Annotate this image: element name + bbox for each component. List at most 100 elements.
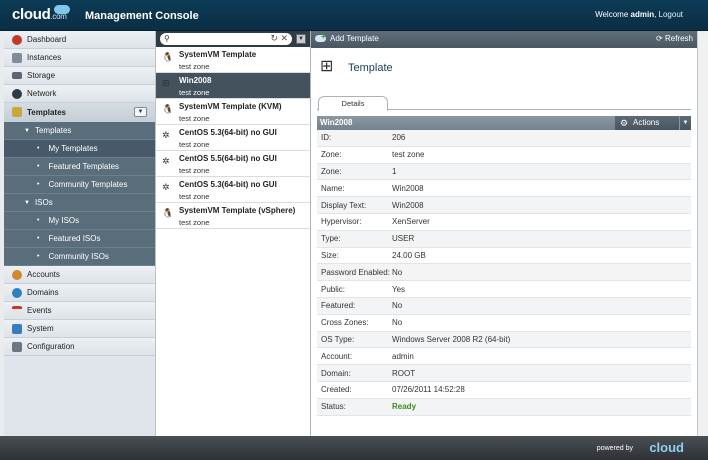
bullet-icon: • xyxy=(37,253,40,260)
sidebar-sub-featured-isos[interactable]: • Featured ISOs xyxy=(4,230,155,248)
sidebar-item-accounts[interactable]: Accounts xyxy=(4,266,155,284)
detail-row: Zone: test zone xyxy=(317,147,691,164)
detail-row: Status: Ready xyxy=(317,398,691,416)
centos-icon: ✲ xyxy=(162,130,170,140)
template-list-item[interactable]: ✲ CentOS 5.3(64-bit) no GUI test zone xyxy=(156,177,310,203)
sidebar-item-network[interactable]: Network xyxy=(4,85,155,103)
expand-triangle-icon: ▼ xyxy=(24,199,30,206)
templates-submenu: ▼ Templates • My Templates • Featured Te… xyxy=(4,122,155,266)
bullet-icon: • xyxy=(37,145,40,152)
console-title: Management Console xyxy=(85,10,199,22)
sidebar-sub-my-isos[interactable]: • My ISOs xyxy=(4,212,155,230)
detail-row: Password Enabled: No xyxy=(317,264,691,282)
linux-icon: 🐧 xyxy=(162,208,174,218)
detail-row: Type: USER xyxy=(317,230,691,248)
sidebar-sub-community-isos[interactable]: • Community ISOs xyxy=(4,248,155,266)
powered-by-label: powered by xyxy=(596,445,633,452)
add-cloud-icon xyxy=(315,32,326,42)
app-header: cloud.com Management Console Welcome adm… xyxy=(0,0,708,31)
footer-logo: cloud xyxy=(649,440,684,455)
sidebar-item-instances[interactable]: Instances xyxy=(4,49,155,67)
search-input[interactable]: ⚲ ↻ ✕ xyxy=(160,33,293,45)
template-list-item[interactable]: 🐧 SystemVM Template (vSphere) test zone xyxy=(156,203,310,229)
detail-row: Account: admin xyxy=(317,348,691,366)
template-list-item[interactable]: 🐧 SystemVM Template test zone xyxy=(156,47,310,73)
clear-search-icon[interactable]: ✕ xyxy=(281,33,289,44)
detail-table: Win2008 ⚙ Actions ▼ ID: 206 Zone: test zon… xyxy=(317,116,691,416)
add-template-button[interactable]: Add Template xyxy=(315,32,379,43)
bullet-icon: • xyxy=(37,217,40,224)
detail-row: Hypervisor: XenServer xyxy=(317,214,691,231)
templates-icon xyxy=(12,107,22,117)
detail-row: Name: Win2008 xyxy=(317,180,691,198)
network-icon xyxy=(12,88,22,99)
bullet-icon: • xyxy=(37,163,40,170)
detail-toolbar: Add Template ⟳ Refresh xyxy=(311,31,697,48)
detail-row: Domain: ROOT xyxy=(317,365,691,382)
detail-row: Cross Zones: No xyxy=(317,315,691,332)
app-footer: powered by cloud xyxy=(0,436,708,460)
detail-rows: ID: 206 Zone: test zone Zone: 1 Name: Win200… xyxy=(317,130,691,416)
sidebar-item-storage[interactable]: Storage xyxy=(4,67,155,85)
search-icon: ⚲ xyxy=(164,34,170,43)
template-list-item[interactable]: ✲ CentOS 5.3(64-bit) no GUI test zone xyxy=(156,125,310,151)
status-badge: Ready xyxy=(392,402,417,412)
tab-details[interactable]: Details xyxy=(318,96,388,111)
search-options-chevron-icon[interactable]: ▼ xyxy=(296,34,306,44)
sidebar-sub-community-templates[interactable]: • Community Templates xyxy=(4,176,155,194)
template-list-item-selected[interactable]: ⊞ Win2008 test zone xyxy=(156,73,310,99)
template-detail-panel: ⊞ Template Details Win2008 ⚙ Actions ▼ I… xyxy=(311,48,697,436)
chevron-down-icon[interactable]: ▼ xyxy=(134,107,147,117)
sidebar-sub-templates[interactable]: ▼ Templates xyxy=(4,122,155,140)
welcome-bar: Welcome admin, Logout xyxy=(595,10,683,19)
sidebar-item-system[interactable]: System xyxy=(4,320,155,338)
bullet-icon: • xyxy=(37,181,40,188)
expand-triangle-icon: ▼ xyxy=(24,127,30,134)
detail-row: Public: Yes xyxy=(317,281,691,298)
accounts-icon xyxy=(12,269,22,280)
refresh-icon: ⟳ xyxy=(656,34,663,43)
storage-icon xyxy=(12,72,22,79)
windows-icon: ⊞ xyxy=(320,58,334,75)
detail-row: OS Type: Windows Server 2008 R2 (64-bit) xyxy=(317,331,691,349)
sidebar-sub-my-templates[interactable]: • My Templates xyxy=(4,140,155,158)
sidebar: Dashboard Instances Storage Network Temp… xyxy=(4,31,156,436)
centos-icon: ✲ xyxy=(162,156,170,166)
sidebar-item-configuration[interactable]: Configuration xyxy=(4,338,155,356)
calendar-icon xyxy=(12,305,22,316)
cloud-icon xyxy=(54,5,70,14)
template-list-panel: ⚲ ↻ ✕ ▼ 🐧 SystemVM Template test zone ⊞ … xyxy=(156,31,311,436)
refresh-search-icon[interactable]: ↻ xyxy=(271,33,279,44)
username: admin xyxy=(630,10,655,19)
detail-row: Zone: 1 xyxy=(317,163,691,181)
linux-icon: 🐧 xyxy=(162,104,174,114)
actions-button[interactable]: ⚙ Actions ▼ xyxy=(615,116,691,130)
detail-table-header: Win2008 ⚙ Actions ▼ xyxy=(317,116,691,130)
detail-tabs: Details xyxy=(317,96,691,111)
bullet-icon: • xyxy=(37,235,40,242)
configuration-icon xyxy=(12,341,22,352)
template-list-item[interactable]: ✲ CentOS 5.5(64-bit) no GUI test zone xyxy=(156,151,310,177)
detail-row: Display Text: Win2008 xyxy=(317,197,691,214)
sidebar-item-dashboard[interactable]: Dashboard xyxy=(4,31,155,49)
logout-link[interactable]: Logout xyxy=(659,10,683,19)
chevron-down-icon[interactable]: ▼ xyxy=(679,116,691,130)
dashboard-icon xyxy=(12,34,22,45)
search-bar: ⚲ ↻ ✕ ▼ xyxy=(156,31,310,47)
scrollbar[interactable] xyxy=(697,31,708,436)
detail-row: Featured: No xyxy=(317,297,691,315)
detail-row: ID: 206 xyxy=(317,130,691,147)
instances-icon xyxy=(12,52,22,63)
system-icon xyxy=(12,323,22,334)
sidebar-item-domains[interactable]: Domains xyxy=(4,284,155,302)
domains-icon xyxy=(12,287,22,298)
sidebar-sub-isos[interactable]: ▼ ISOs xyxy=(4,194,155,212)
detail-row: Size: 24.00 GB xyxy=(317,248,691,265)
refresh-button[interactable]: ⟳ Refresh xyxy=(656,34,693,43)
sidebar-item-events[interactable]: Events xyxy=(4,302,155,320)
sidebar-item-templates[interactable]: Templates ▼ xyxy=(4,103,155,122)
template-list-item[interactable]: 🐧 SystemVM Template (KVM) test zone xyxy=(156,99,310,125)
linux-icon: 🐧 xyxy=(162,52,174,62)
sidebar-sub-featured-templates[interactable]: • Featured Templates xyxy=(4,158,155,176)
gear-icon: ⚙ xyxy=(620,118,629,128)
